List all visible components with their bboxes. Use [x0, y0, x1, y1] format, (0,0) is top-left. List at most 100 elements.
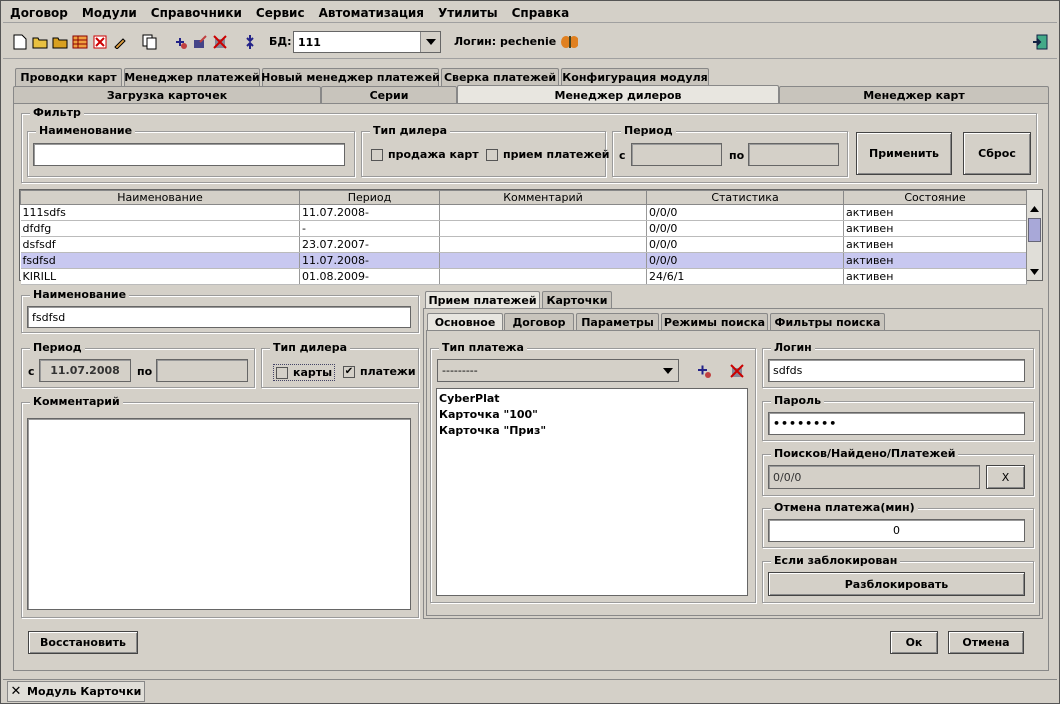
detail-to-input[interactable] — [156, 359, 248, 382]
list-item[interactable]: Карточка "Приз" — [439, 423, 745, 439]
tab-card-manager[interactable]: Менеджер карт — [779, 86, 1049, 103]
filter-payments-label: прием платежей — [503, 148, 610, 161]
delete-user-icon[interactable] — [211, 33, 229, 51]
filter-period-title: Период — [621, 124, 676, 137]
table-header-row: Наименование Период Комментарий Статисти… — [20, 190, 1027, 205]
col-header-stats[interactable]: Статистика — [646, 190, 844, 205]
edit-icon[interactable] — [111, 33, 129, 51]
menu-service[interactable]: Сервис — [249, 6, 312, 20]
refresh-icon[interactable] — [241, 33, 259, 51]
grid-icon[interactable] — [71, 33, 89, 51]
menu-references[interactable]: Справочники — [144, 6, 249, 20]
close-icon[interactable]: ✕ — [8, 684, 24, 699]
new-file-icon[interactable] — [11, 33, 29, 51]
tab-card-postings[interactable]: Проводки карт — [15, 68, 122, 86]
open-folder-icon[interactable] — [31, 33, 49, 51]
detail-payments-checkbox[interactable]: ✔ платежи — [343, 365, 416, 378]
subtab-search-modes[interactable]: Режимы поиска — [661, 313, 768, 330]
cell-name: KIRILL — [20, 268, 300, 285]
filter-to-label: по — [729, 149, 745, 162]
dealers-table: Наименование Период Комментарий Статисти… — [20, 190, 1027, 285]
detail-cards-checkbox[interactable]: карты — [273, 364, 336, 381]
subtab-parameters[interactable]: Параметры — [576, 313, 659, 330]
filter-cards-checkbox[interactable]: продажа карт — [371, 148, 479, 161]
subtab-contract[interactable]: Договор — [504, 313, 574, 330]
tab-module-config[interactable]: Конфигурация модуля — [561, 68, 709, 86]
add-user-icon[interactable] — [171, 33, 189, 51]
menu-automation[interactable]: Автоматизация — [312, 6, 431, 20]
tab-dealer-manager[interactable]: Менеджер дилеров — [457, 85, 779, 104]
tab-payment-manager[interactable]: Менеджер платежей — [124, 68, 260, 86]
status-bar: ✕ Модуль Карточки — [3, 679, 1057, 703]
detail-comment-title: Комментарий — [30, 395, 123, 408]
subtab-search-filters[interactable]: Фильтры поиска — [770, 313, 885, 330]
ok-button[interactable]: Ок — [890, 631, 938, 654]
open-folder-alt-icon[interactable] — [51, 33, 69, 51]
delete-icon[interactable] — [91, 33, 109, 51]
scroll-thumb[interactable] — [1028, 218, 1041, 242]
table-row[interactable]: dfdfg - 0/0/0 активен — [20, 220, 1027, 237]
edit-user-icon[interactable] — [191, 33, 209, 51]
tab-new-payment-manager[interactable]: Новый менеджер платежей — [261, 68, 440, 86]
tab-payment-reconciliation[interactable]: Сверка платежей — [441, 68, 559, 86]
cancel-payment-title: Отмена платежа(мин) — [771, 501, 918, 514]
col-header-comment[interactable]: Комментарий — [439, 190, 647, 205]
cell-period: 11.07.2008- — [299, 252, 440, 269]
tab-series[interactable]: Серии — [321, 86, 457, 103]
detail-from-input[interactable]: 11.07.2008 — [39, 359, 131, 382]
stats-reset-button[interactable]: X — [986, 465, 1025, 489]
menu-contract[interactable]: Договор — [3, 6, 75, 20]
login-label: Логин: — [454, 35, 497, 48]
cell-comment — [439, 252, 647, 269]
exit-icon[interactable] — [1031, 33, 1049, 51]
unblock-button[interactable]: Разблокировать — [768, 572, 1025, 596]
scroll-up-icon[interactable] — [1027, 202, 1042, 216]
detail-comment-textarea[interactable] — [27, 418, 411, 610]
subtab-main[interactable]: Основное — [427, 313, 503, 331]
col-header-name[interactable]: Наименование — [20, 190, 300, 205]
detail-name-input[interactable]: fsdfsd — [27, 306, 411, 328]
filter-payments-checkbox[interactable]: прием платежей — [486, 148, 610, 161]
list-item[interactable]: Карточка "100" — [439, 407, 745, 423]
table-row[interactable]: KIRILL 01.08.2009- 24/6/1 активен — [20, 268, 1027, 285]
col-header-state[interactable]: Состояние — [843, 190, 1027, 205]
apply-button[interactable]: Применить — [856, 132, 952, 175]
filter-type-title: Тип дилера — [370, 124, 451, 137]
add-payment-type-icon[interactable] — [695, 362, 713, 380]
menu-help[interactable]: Справка — [505, 6, 577, 20]
table-row[interactable]: 111sdfs 11.07.2008- 0/0/0 активен — [20, 204, 1027, 221]
payment-type-list[interactable]: CyberPlat Карточка "100" Карточка "Приз" — [436, 388, 748, 596]
login-input[interactable]: sdfds — [768, 359, 1025, 382]
chevron-down-icon — [420, 32, 440, 52]
copy-icon[interactable] — [141, 33, 159, 51]
reset-button[interactable]: Сброс — [963, 132, 1031, 175]
cell-comment — [439, 236, 647, 253]
cell-name: dsfsdf — [20, 236, 300, 253]
filter-from-input[interactable] — [631, 143, 722, 166]
cancel-payment-input[interactable]: 0 — [768, 519, 1025, 542]
check-icon: ✔ — [343, 365, 355, 378]
detail-payments-label: платежи — [360, 365, 416, 378]
payment-type-select[interactable]: --------- — [437, 359, 679, 382]
menu-utilities[interactable]: Утилиты — [431, 6, 505, 20]
tab-cards[interactable]: Карточки — [542, 291, 612, 308]
table-row-selected[interactable]: fsdfsd 11.07.2008- 0/0/0 активен — [20, 252, 1027, 269]
table-scrollbar[interactable] — [1026, 190, 1042, 280]
table-row[interactable]: dsfsdf 23.07.2007- 0/0/0 активен — [20, 236, 1027, 253]
filter-to-input[interactable] — [748, 143, 839, 166]
list-item[interactable]: CyberPlat — [439, 391, 745, 407]
module-tab[interactable]: ✕ Модуль Карточки — [7, 681, 145, 702]
db-select[interactable]: 111 — [293, 31, 441, 53]
tab-card-upload[interactable]: Загрузка карточек — [13, 86, 321, 103]
delete-payment-type-icon[interactable] — [728, 362, 746, 380]
tab-payment-acceptance[interactable]: Прием платежей — [425, 291, 540, 309]
restore-button[interactable]: Восстановить — [28, 631, 138, 654]
cell-state: активен — [843, 204, 1027, 221]
butterfly-icon[interactable] — [560, 33, 578, 51]
menu-modules[interactable]: Модули — [75, 6, 144, 20]
password-input[interactable]: •••••••• — [768, 412, 1025, 435]
cancel-button[interactable]: Отмена — [948, 631, 1024, 654]
scroll-down-icon[interactable] — [1027, 265, 1042, 279]
col-header-period[interactable]: Период — [299, 190, 440, 205]
filter-name-input[interactable] — [33, 143, 345, 166]
